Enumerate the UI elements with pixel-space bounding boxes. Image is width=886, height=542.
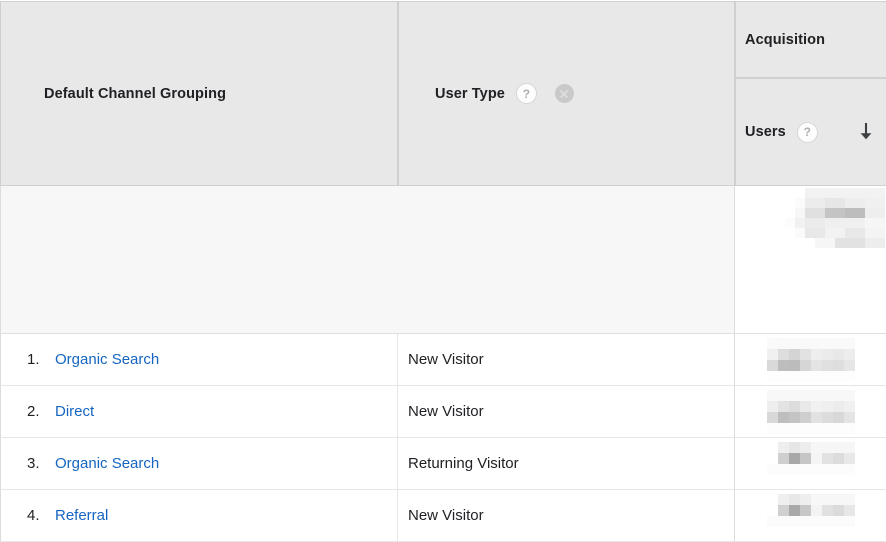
column-header-users[interactable]: Users ?	[735, 78, 886, 186]
column-group-header-label-acquisition: Acquisition	[745, 32, 825, 48]
user-type-value: New Visitor	[408, 403, 484, 420]
column-header-default-channel-grouping[interactable]: Default Channel Grouping	[0, 1, 398, 186]
column-header-label-users: Users	[745, 124, 786, 140]
cell-users	[735, 438, 886, 489]
table-row[interactable]: 1. Organic Search New Visitor	[0, 334, 886, 386]
channel-link[interactable]: Direct	[55, 403, 94, 420]
summary-row	[0, 186, 886, 334]
cell-default-channel-grouping: 3. Organic Search	[0, 438, 398, 489]
table-row[interactable]: 3. Organic Search Returning Visitor	[0, 438, 886, 490]
sort-descending-arrow-icon[interactable]	[858, 122, 874, 142]
redacted-value-block	[743, 494, 879, 538]
cell-default-channel-grouping: 1. Organic Search	[0, 334, 398, 385]
table-row[interactable]: 4. Referral New Visitor	[0, 490, 886, 542]
user-type-value: New Visitor	[408, 507, 484, 524]
column-header-label-default-channel-grouping: Default Channel Grouping	[44, 86, 226, 102]
row-index: 3.	[27, 455, 55, 472]
table-header: Default Channel Grouping User Type ? Acq…	[0, 0, 886, 186]
cell-user-type: Returning Visitor	[398, 438, 735, 489]
cell-user-type: New Visitor	[398, 386, 735, 437]
channel-link[interactable]: Organic Search	[55, 351, 159, 368]
summary-row-users-cell	[735, 186, 886, 334]
table-row[interactable]: 2. Direct New Visitor	[0, 386, 886, 438]
user-type-value: New Visitor	[408, 351, 484, 368]
cell-default-channel-grouping: 4. Referral	[0, 490, 398, 541]
cell-user-type: New Visitor	[398, 334, 735, 385]
cell-users	[735, 386, 886, 437]
row-index: 1.	[27, 351, 55, 368]
user-type-value: Returning Visitor	[408, 455, 519, 472]
redacted-value-block	[743, 338, 879, 382]
channel-link[interactable]: Organic Search	[55, 455, 159, 472]
cell-users	[735, 334, 886, 385]
redacted-value-block	[743, 390, 879, 434]
help-circle-icon[interactable]: ?	[797, 122, 818, 143]
summary-row-dimension-cell	[0, 186, 735, 334]
cell-user-type: New Visitor	[398, 490, 735, 541]
cell-users	[735, 490, 886, 541]
channel-link[interactable]: Referral	[55, 507, 108, 524]
help-circle-icon[interactable]: ?	[516, 83, 537, 104]
analytics-report-table: Default Channel Grouping User Type ? Acq…	[0, 0, 886, 542]
cell-default-channel-grouping: 2. Direct	[0, 386, 398, 437]
column-header-user-type[interactable]: User Type ?	[398, 1, 735, 186]
table-body: 1. Organic Search New Visitor	[0, 334, 886, 542]
remove-dimension-icon[interactable]	[555, 84, 574, 103]
redacted-value-block	[743, 442, 879, 486]
row-index: 4.	[27, 507, 55, 524]
column-header-label-user-type: User Type	[435, 86, 505, 102]
redacted-value-block	[765, 188, 885, 248]
column-group-header-acquisition: Acquisition	[735, 1, 886, 78]
row-index: 2.	[27, 403, 55, 420]
